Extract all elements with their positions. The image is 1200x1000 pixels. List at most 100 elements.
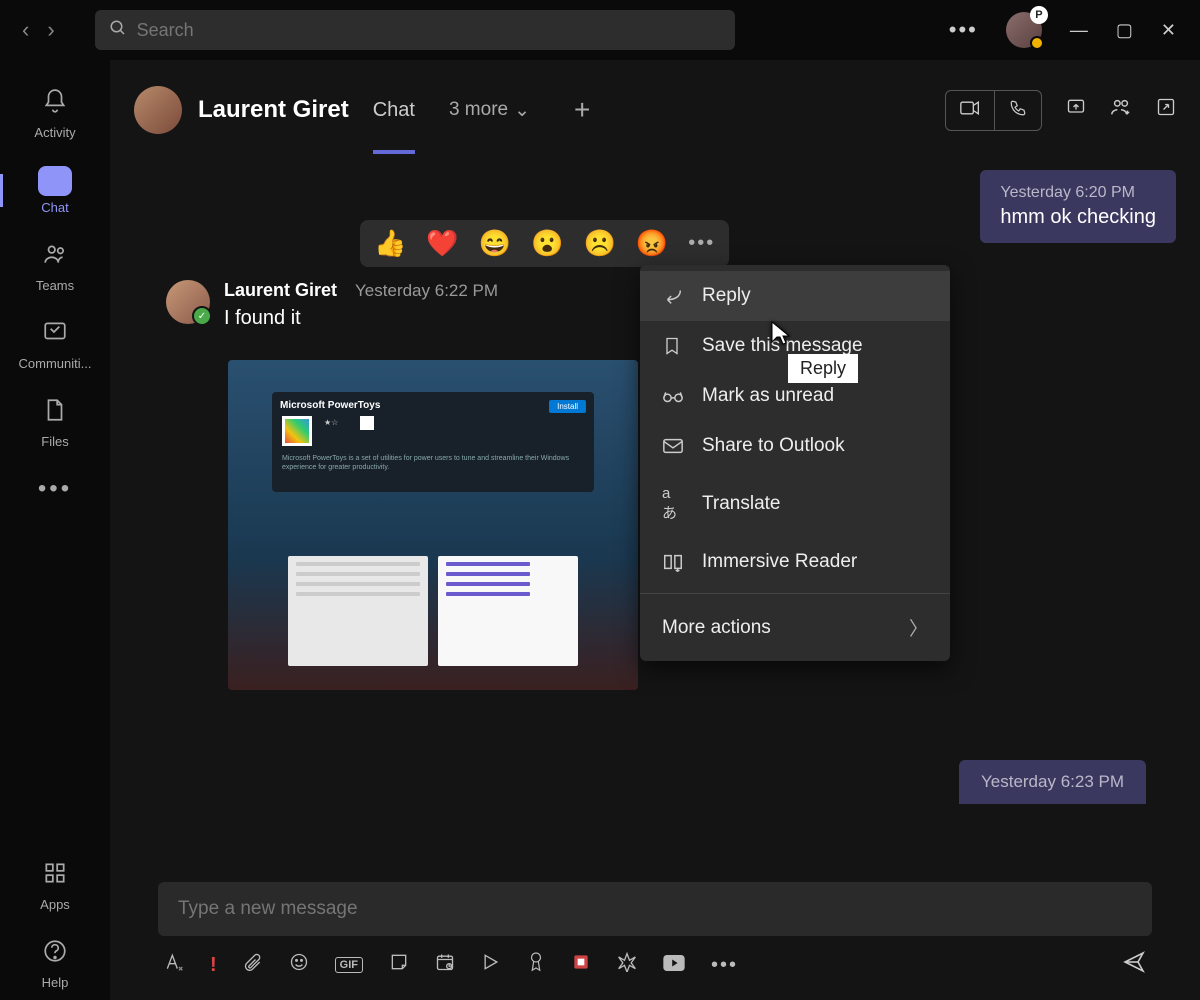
rail-help[interactable]: Help: [0, 928, 110, 1000]
react-sad-icon[interactable]: ☹️: [584, 228, 616, 259]
mail-icon: [662, 437, 684, 455]
rail-label: Chat: [41, 200, 68, 215]
react-angry-icon[interactable]: 😡: [636, 228, 668, 259]
add-people-icon[interactable]: [1110, 96, 1132, 124]
compose-input[interactable]: [178, 898, 1132, 920]
add-tab-button[interactable]: +: [574, 94, 590, 126]
loop-icon[interactable]: [571, 952, 591, 978]
message-other[interactable]: Laurent Giret Yesterday 6:22 PM I found …: [166, 280, 498, 330]
reader-icon: [662, 552, 684, 572]
react-heart-icon[interactable]: ❤️: [426, 228, 458, 259]
menu-label: Share to Outlook: [702, 435, 845, 457]
menu-label: More actions: [662, 617, 771, 639]
menu-reply[interactable]: Reply: [640, 271, 950, 321]
more-icon[interactable]: •••: [949, 17, 978, 43]
message-timestamp: Yesterday 6:20 PM: [1000, 184, 1156, 202]
search-input[interactable]: [137, 20, 721, 41]
titlebar: ‹ › ••• P — ▢ ✕: [0, 0, 1200, 60]
search-box[interactable]: [95, 10, 735, 50]
viva-icon[interactable]: [617, 952, 637, 978]
rail-chat[interactable]: Chat: [0, 156, 110, 225]
image-attachment[interactable]: Microsoft PowerToys Install ★☆ Microsoft…: [228, 360, 638, 690]
app-icon: [282, 416, 312, 446]
rail-label: Activity: [34, 125, 75, 140]
avatar-org-badge: P: [1030, 6, 1048, 24]
menu-immersive[interactable]: Immersive Reader: [640, 537, 950, 587]
rating-box-icon: [360, 416, 374, 430]
presence-away-icon: [1030, 36, 1044, 50]
menu-label: Immersive Reader: [702, 551, 857, 573]
rail-apps[interactable]: Apps: [0, 850, 110, 922]
message-self-timestamp[interactable]: Yesterday 6:23 PM: [959, 760, 1146, 804]
call-buttons: [945, 90, 1042, 131]
maximize-icon[interactable]: ▢: [1116, 20, 1133, 41]
bookmark-icon: [662, 335, 684, 357]
header-actions: [945, 90, 1176, 131]
rail-label: Apps: [40, 897, 70, 912]
compose-input-box[interactable]: [158, 882, 1152, 936]
schedule-icon[interactable]: [435, 952, 455, 978]
tab-chat[interactable]: Chat: [373, 99, 415, 122]
attach-icon[interactable]: [243, 952, 263, 978]
sender-name: Laurent Giret: [224, 280, 337, 301]
format-icon[interactable]: [164, 952, 184, 978]
reply-icon: [662, 285, 684, 307]
file-icon: [42, 397, 68, 430]
stream-icon[interactable]: [481, 952, 501, 978]
search-icon: [109, 19, 127, 42]
chat-title: Laurent Giret: [198, 96, 349, 124]
gif-icon[interactable]: GIF: [335, 957, 363, 973]
video-call-button[interactable]: [946, 91, 995, 130]
message-self[interactable]: Yesterday 6:20 PM hmm ok checking: [980, 170, 1176, 243]
thumb-panel: [438, 556, 578, 666]
send-button[interactable]: [1122, 950, 1146, 980]
audio-call-button[interactable]: [995, 91, 1041, 130]
compose-toolbar: ! GIF •••: [158, 936, 1152, 980]
rail-more[interactable]: •••: [0, 465, 110, 513]
back-arrow-icon[interactable]: ‹: [22, 17, 29, 43]
minimize-icon[interactable]: —: [1070, 20, 1088, 41]
menu-label: Mark as unread: [702, 385, 834, 407]
message-list: Yesterday 6:20 PM hmm ok checking 👍 ❤️ 😄…: [110, 160, 1200, 862]
compose-more-icon[interactable]: •••: [711, 954, 738, 977]
translate-icon: aあ: [662, 485, 684, 523]
rail-teams[interactable]: Teams: [0, 231, 110, 303]
close-icon[interactable]: ✕: [1161, 20, 1176, 41]
react-laugh-icon[interactable]: 😄: [479, 228, 511, 259]
forward-arrow-icon[interactable]: ›: [47, 17, 54, 43]
tabs-more-label: 3 more: [449, 99, 508, 121]
menu-more-actions[interactable]: More actions 〉: [640, 600, 950, 655]
rail-label: Teams: [36, 278, 74, 293]
menu-separator: [640, 593, 950, 594]
rail-communities[interactable]: Communiti...: [0, 309, 110, 381]
react-like-icon[interactable]: 👍: [374, 228, 406, 259]
sender-avatar[interactable]: [166, 280, 210, 324]
emoji-icon[interactable]: [289, 952, 309, 978]
thumb-panel: [288, 556, 428, 666]
tabs-more[interactable]: 3 more ⌄: [449, 99, 530, 122]
app-rail: Activity Chat Teams Communiti... Files •…: [0, 60, 110, 1000]
contact-avatar[interactable]: [134, 86, 182, 134]
react-more-icon[interactable]: •••: [688, 232, 715, 255]
sticker-icon[interactable]: [389, 952, 409, 978]
popout-icon[interactable]: [1156, 97, 1176, 123]
approval-icon[interactable]: [527, 951, 545, 979]
message-text: hmm ok checking: [1000, 206, 1156, 229]
menu-outlook[interactable]: Share to Outlook: [640, 421, 950, 471]
bell-icon: [42, 88, 68, 121]
priority-icon[interactable]: !: [210, 954, 217, 977]
menu-label: Reply: [702, 285, 751, 307]
attachment-install-label: Install: [549, 400, 586, 413]
user-avatar[interactable]: P: [1006, 12, 1042, 48]
chevron-right-icon: 〉: [909, 614, 928, 641]
tooltip: Reply: [788, 354, 858, 383]
rail-activity[interactable]: Activity: [0, 78, 110, 150]
attachment-preview: Microsoft PowerToys Install ★☆ Microsoft…: [272, 392, 594, 492]
menu-translate[interactable]: aあ Translate: [640, 471, 950, 537]
rail-files[interactable]: Files: [0, 387, 110, 459]
share-screen-icon[interactable]: [1066, 97, 1086, 123]
reaction-toolbar: 👍 ❤️ 😄 😮 ☹️ 😡 •••: [360, 220, 729, 267]
react-surprised-icon[interactable]: 😮: [531, 228, 563, 259]
rail-label: Help: [42, 975, 69, 990]
youtube-icon[interactable]: [663, 954, 685, 977]
